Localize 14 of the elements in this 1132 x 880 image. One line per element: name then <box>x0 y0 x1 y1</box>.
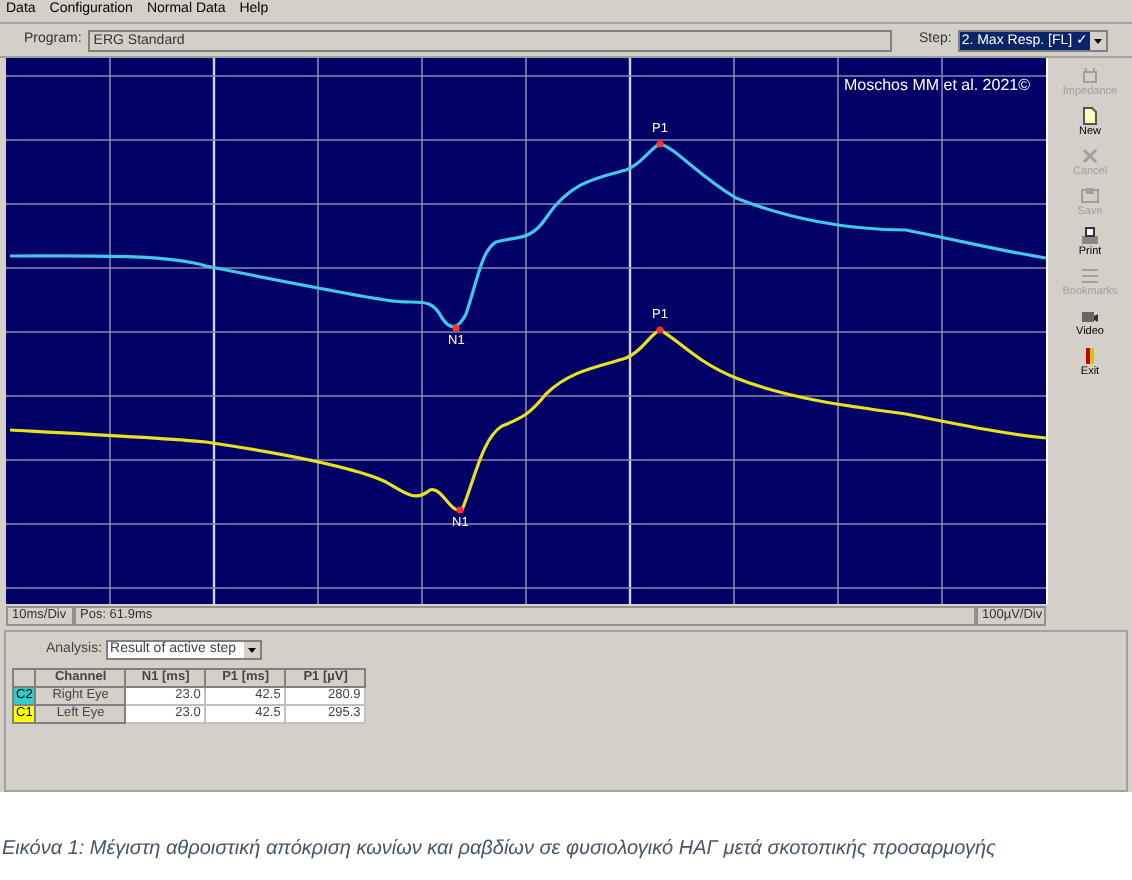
document-icon <box>1079 106 1100 126</box>
close-icon <box>1080 146 1100 166</box>
credit-text: Moschos MM et al. 2021© <box>843 74 1030 98</box>
camera-icon <box>1080 306 1100 326</box>
plug-icon <box>1080 66 1100 86</box>
figure-caption: Εικόνα 1: Μέγιστη αθροιστική απόκριση κωνίων και ραβδίων σε φυσιολογικό ΗΑΓ μετά σκοτοπικής προσαρμογής <box>0 836 998 864</box>
list-icon <box>1079 266 1100 286</box>
trough-marker <box>456 506 464 514</box>
peak-marker <box>656 326 664 334</box>
trough-marker <box>452 324 460 332</box>
peak-marker <box>656 140 664 148</box>
save-icon <box>1079 186 1100 206</box>
printer-icon <box>1080 226 1100 246</box>
dropdown-arrow-icon <box>244 642 261 659</box>
